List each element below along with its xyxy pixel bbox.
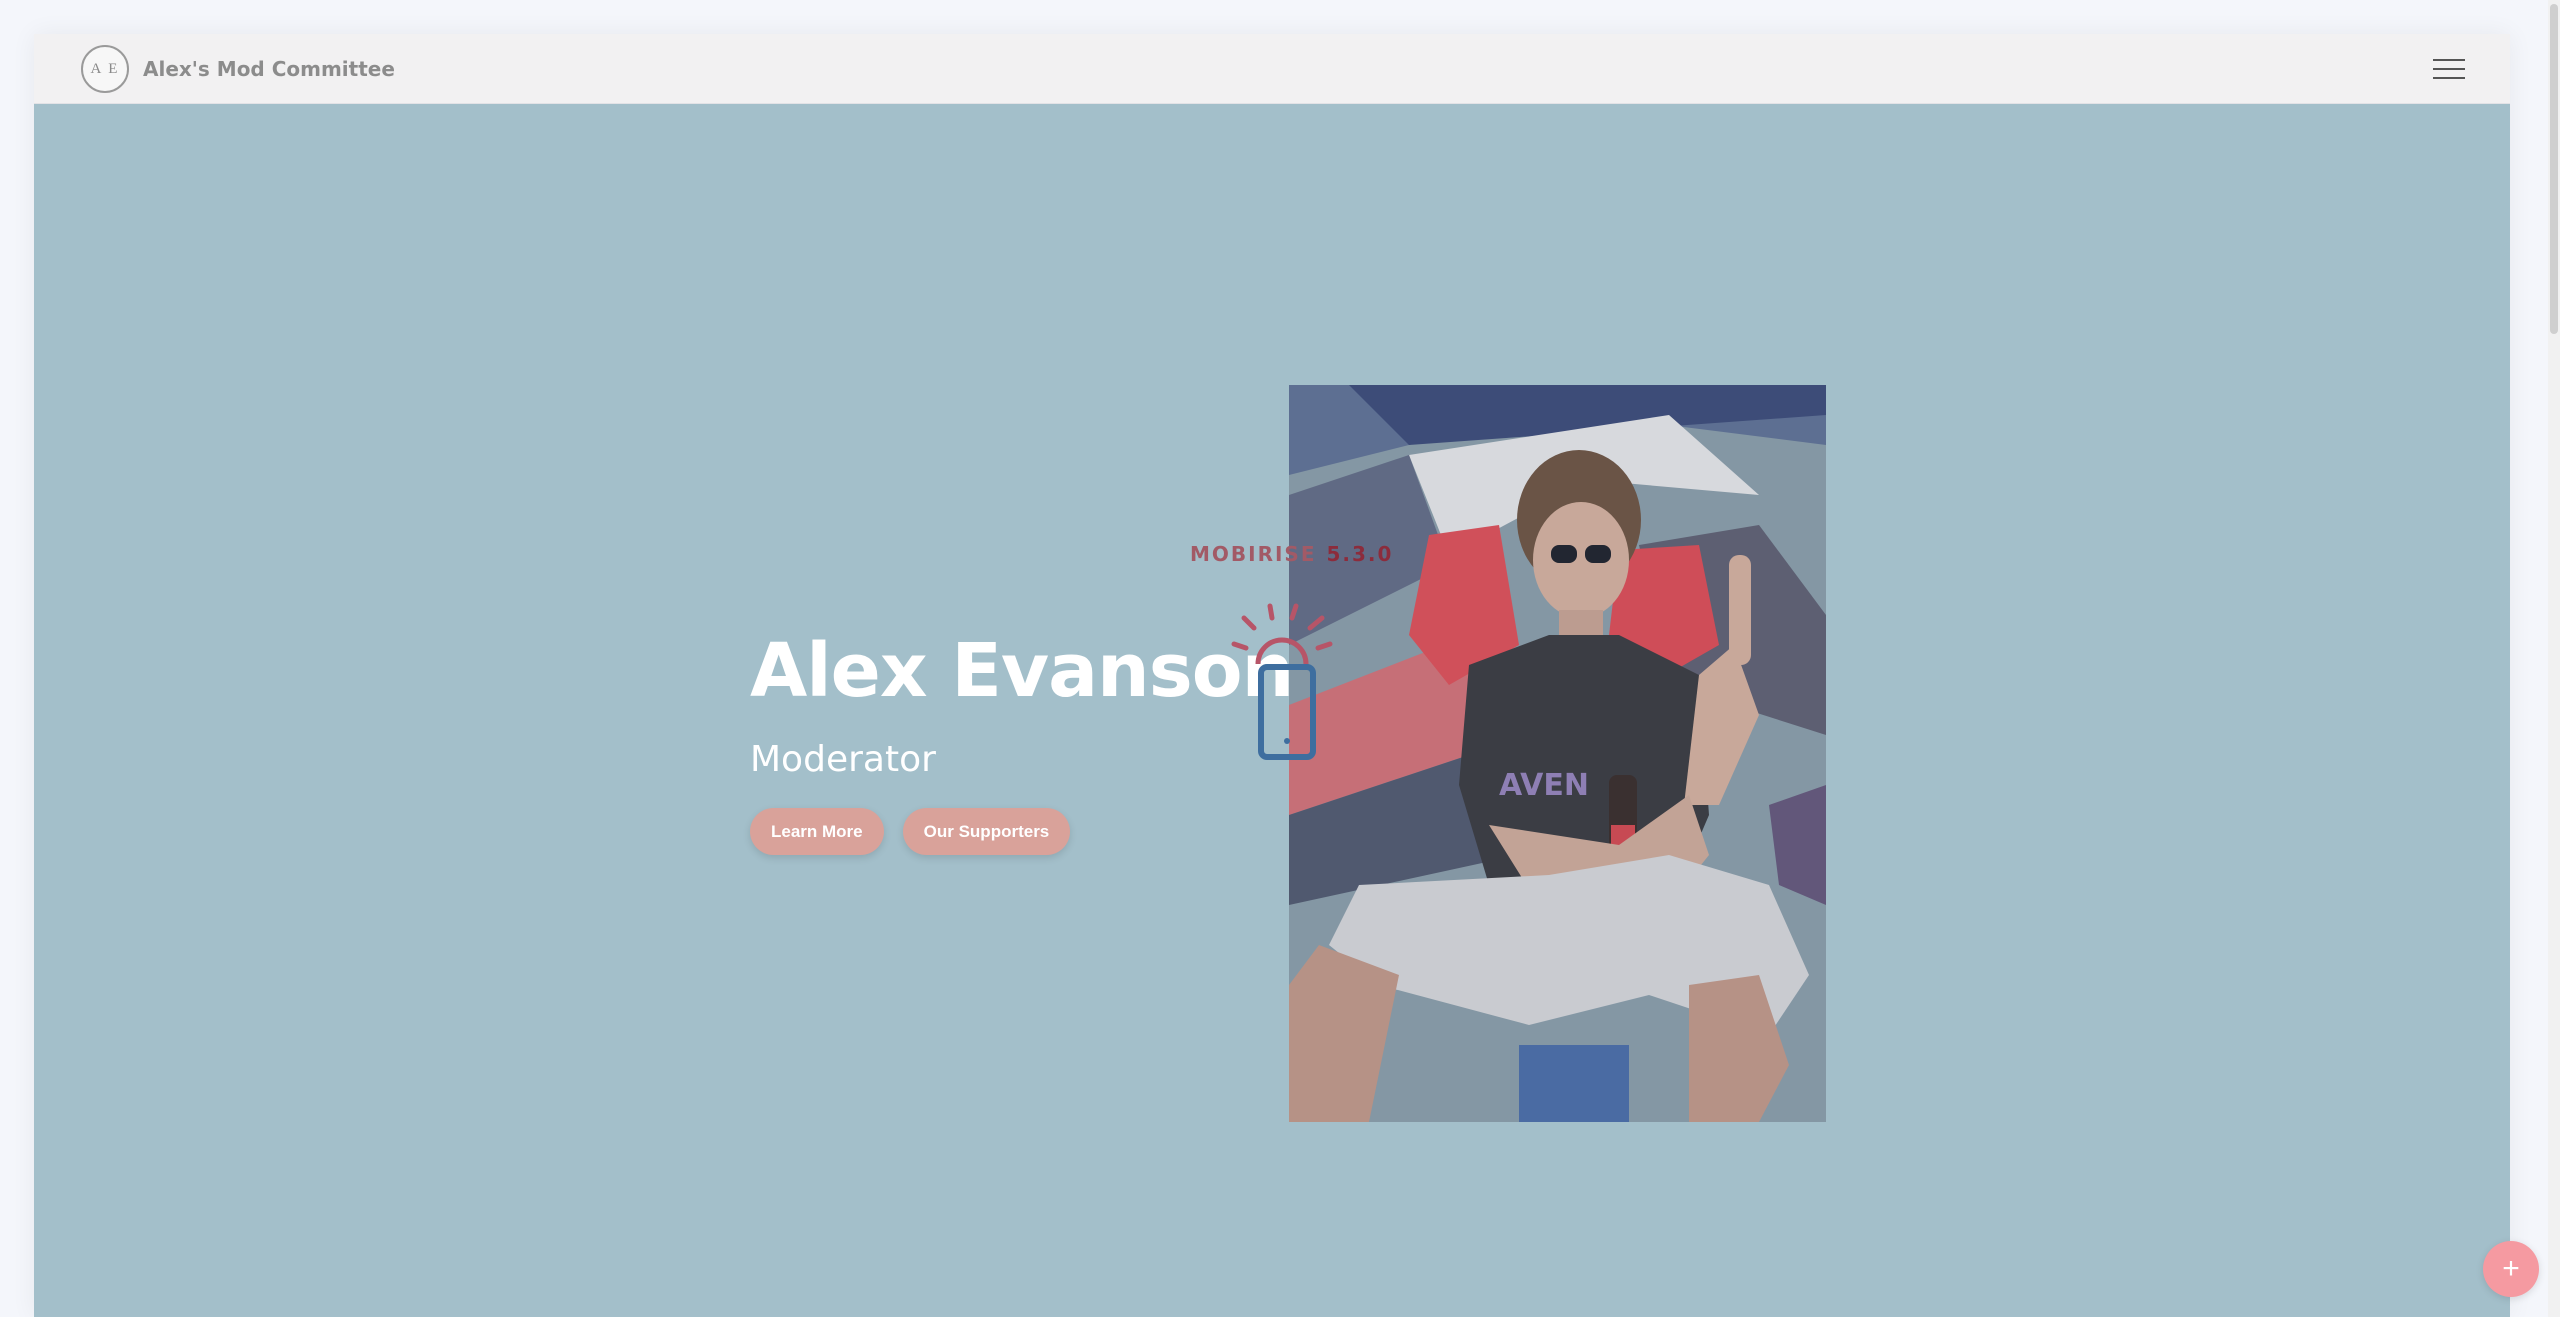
scrollbar-thumb[interactable] — [2550, 4, 2558, 334]
our-supporters-button[interactable]: Our Supporters — [902, 808, 1071, 855]
scrollbar[interactable] — [2548, 0, 2560, 1317]
brand-name[interactable]: Alex's Mod Committee — [143, 57, 395, 81]
phone-with-rays-icon — [1231, 603, 1333, 760]
loader-brand: MOBIRISE 5.3.0 — [1190, 542, 1393, 566]
hamburger-line — [2433, 68, 2465, 70]
hamburger-line — [2433, 59, 2465, 61]
page-frame: A E Alex's Mod Committee Alex Evanson Mo… — [34, 34, 2510, 1317]
add-fab-button[interactable]: + — [2483, 1241, 2539, 1297]
loader-brand-name: MOBIRISE — [1190, 542, 1317, 566]
brand-logo[interactable]: A E — [81, 45, 129, 93]
plus-icon: + — [2502, 1252, 2520, 1285]
navbar: A E Alex's Mod Committee — [34, 34, 2510, 104]
learn-more-button[interactable]: Learn More — [750, 808, 884, 855]
hamburger-menu-icon[interactable] — [2433, 57, 2465, 81]
loader-overlay: MOBIRISE 5.3.0 — [1190, 542, 1393, 782]
svg-text:AVEN: AVEN — [1499, 768, 1589, 803]
hamburger-line — [2433, 77, 2465, 79]
hero-buttons: Learn More Our Supporters — [750, 808, 1350, 855]
brand[interactable]: A E Alex's Mod Committee — [81, 44, 395, 94]
loader-version: 5.3.0 — [1326, 542, 1394, 566]
